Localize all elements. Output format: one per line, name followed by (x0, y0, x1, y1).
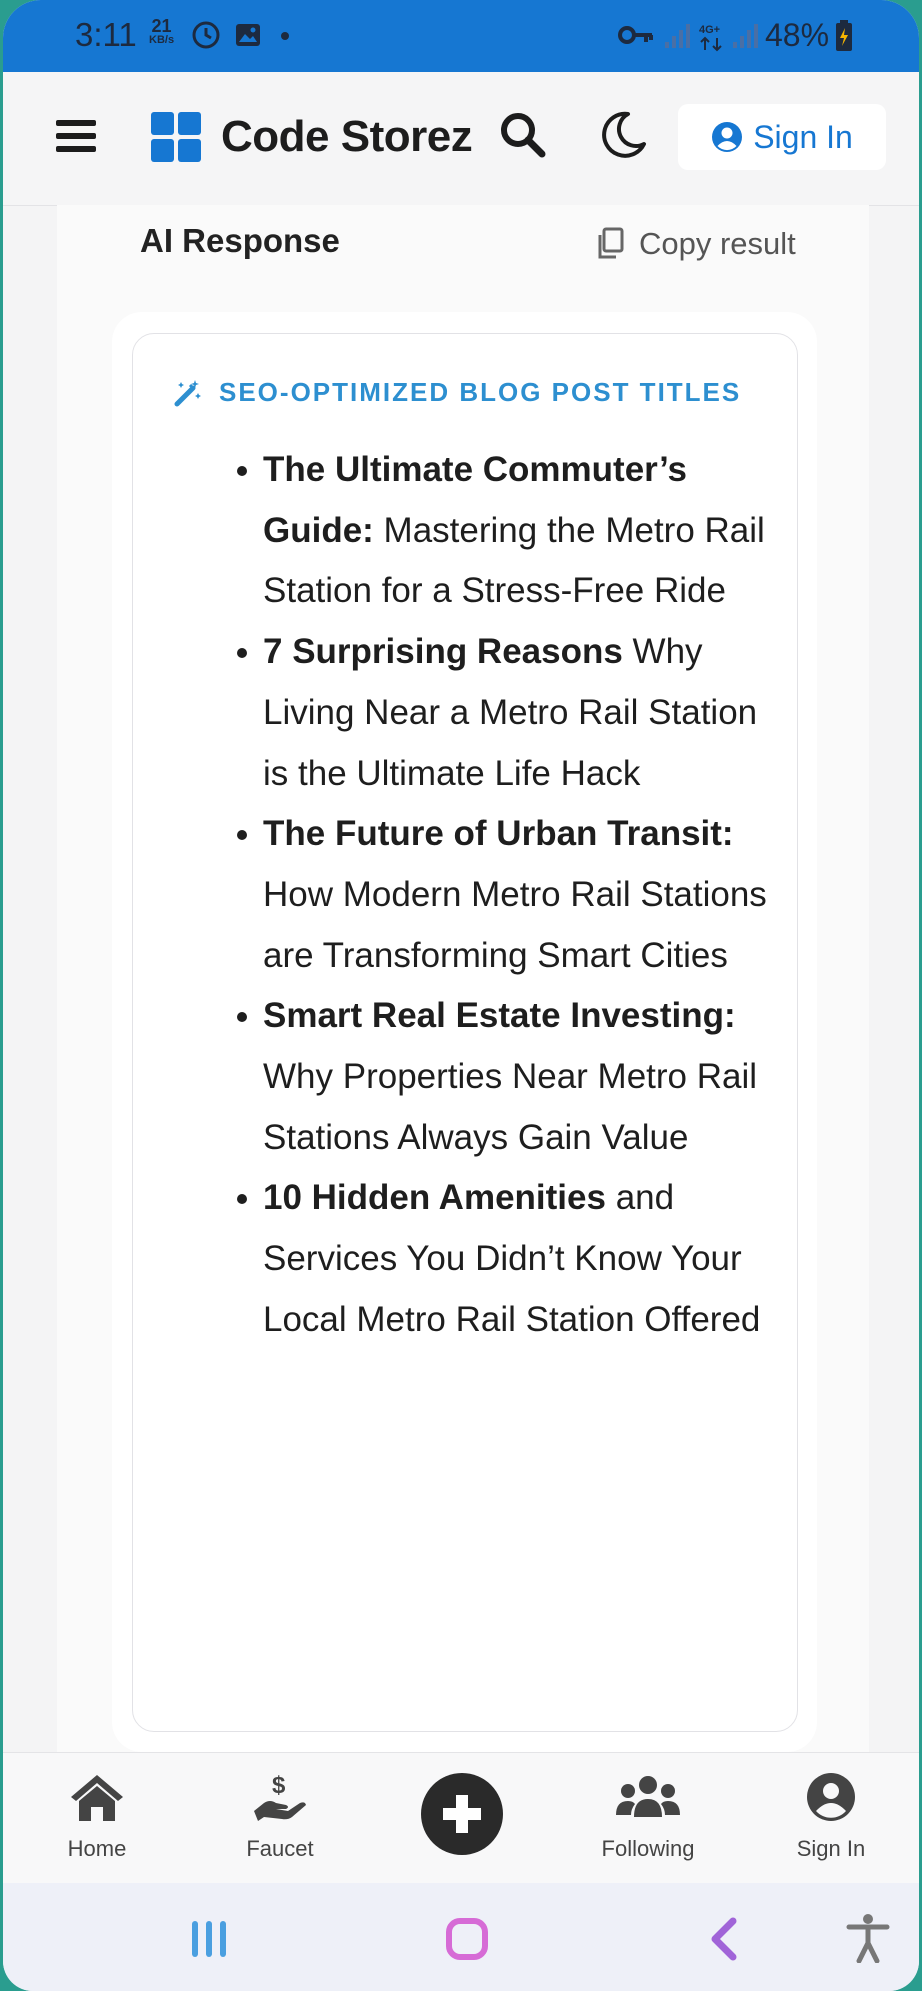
search-icon[interactable] (498, 110, 548, 160)
list-item: The Ultimate Commuter’s Guide: Mastering… (221, 440, 776, 622)
4g-icon: 4G+ (699, 24, 722, 52)
signal-2-icon (733, 24, 758, 48)
back-icon[interactable] (709, 1917, 739, 1961)
item-bold: Smart Real Estate Investing: (263, 996, 736, 1036)
nav-faucet[interactable]: $ Faucet (205, 1771, 355, 1862)
user-circle-icon (807, 1773, 855, 1821)
vpn-key-icon (618, 26, 653, 44)
app-header: Code Storez Sign In (3, 72, 919, 206)
signal-icon (665, 24, 690, 48)
brand-logo-icon[interactable] (151, 112, 203, 164)
phone-screen: 3:11 21 KB/s 4G+ 48% Code Storez Sign In… (3, 0, 919, 1991)
user-circle-icon (712, 122, 743, 152)
users-icon (616, 1776, 680, 1817)
clock-icon (192, 21, 220, 49)
home-button-icon[interactable] (445, 1917, 489, 1961)
ai-response-heading: AI Response (140, 222, 340, 259)
item-bold: 10 Hidden Amenities (263, 1178, 606, 1218)
item-bold: 7 Surprising Reasons (263, 632, 623, 672)
magic-wand-icon (174, 379, 201, 406)
nav-following[interactable]: Following (573, 1771, 723, 1862)
card-header: SEO-OPTIMIZED BLOG POST TITLES (173, 377, 741, 408)
network-speed: 21 KB/s (149, 17, 175, 47)
status-bar: 3:11 21 KB/s 4G+ 48% (3, 0, 919, 72)
item-text: How Modern Metro Rail Stations are Trans… (263, 874, 767, 975)
nav-home-label: Home (67, 1836, 127, 1861)
sign-in-label: Sign In (753, 118, 853, 155)
nav-home[interactable]: Home (22, 1771, 172, 1862)
sign-in-button[interactable]: Sign In (678, 104, 886, 170)
home-icon (71, 1775, 123, 1821)
recent-apps-icon[interactable] (189, 1919, 229, 1959)
brand-name[interactable]: Code Storez (221, 112, 473, 162)
hand-dollar-icon: $ (254, 1772, 306, 1821)
bottom-nav: Home $ Faucet Following Sign In (3, 1752, 919, 1883)
add-button[interactable] (421, 1773, 503, 1855)
nav-sign-in-label: Sign In (796, 1836, 866, 1861)
nav-sign-in[interactable]: Sign In (756, 1771, 906, 1862)
svg-text:4G+: 4G+ (699, 24, 720, 36)
copy-result-button[interactable]: Copy result (595, 226, 796, 262)
list-item: Smart Real Estate Investing: Why Propert… (221, 986, 776, 1168)
status-time: 3:11 (75, 16, 137, 53)
card-title: SEO-OPTIMIZED BLOG POST TITLES (219, 377, 742, 407)
nav-following-label: Following (601, 1836, 695, 1861)
list-item: The Future of Urban Transit: How Modern … (221, 804, 776, 986)
item-bold: The Future of Urban Transit: (263, 814, 734, 854)
list-item: 10 Hidden Amenities and Services You Did… (221, 1168, 776, 1350)
menu-icon[interactable] (56, 120, 96, 152)
network-speed-unit: KB/s (149, 34, 175, 46)
plus-icon (443, 1795, 481, 1833)
battery-icon (836, 20, 852, 51)
list-item: 7 Surprising Reasons Why Living Near a M… (221, 622, 776, 804)
dark-mode-icon[interactable] (598, 110, 648, 160)
notification-dot-icon (281, 32, 289, 40)
svg-text:$: $ (272, 1772, 286, 1799)
copy-icon (598, 227, 624, 259)
copy-result-label: Copy result (639, 226, 796, 261)
nav-faucet-label: Faucet (246, 1836, 314, 1861)
gallery-icon (236, 24, 260, 46)
accessibility-icon[interactable] (845, 1913, 891, 1963)
system-nav-bar (3, 1883, 919, 1991)
battery-percent: 48% (765, 17, 830, 53)
item-text: Why Properties Near Metro Rail Stations … (263, 1057, 758, 1157)
blog-title-list: The Ultimate Commuter’s Guide: Mastering… (221, 440, 776, 1351)
